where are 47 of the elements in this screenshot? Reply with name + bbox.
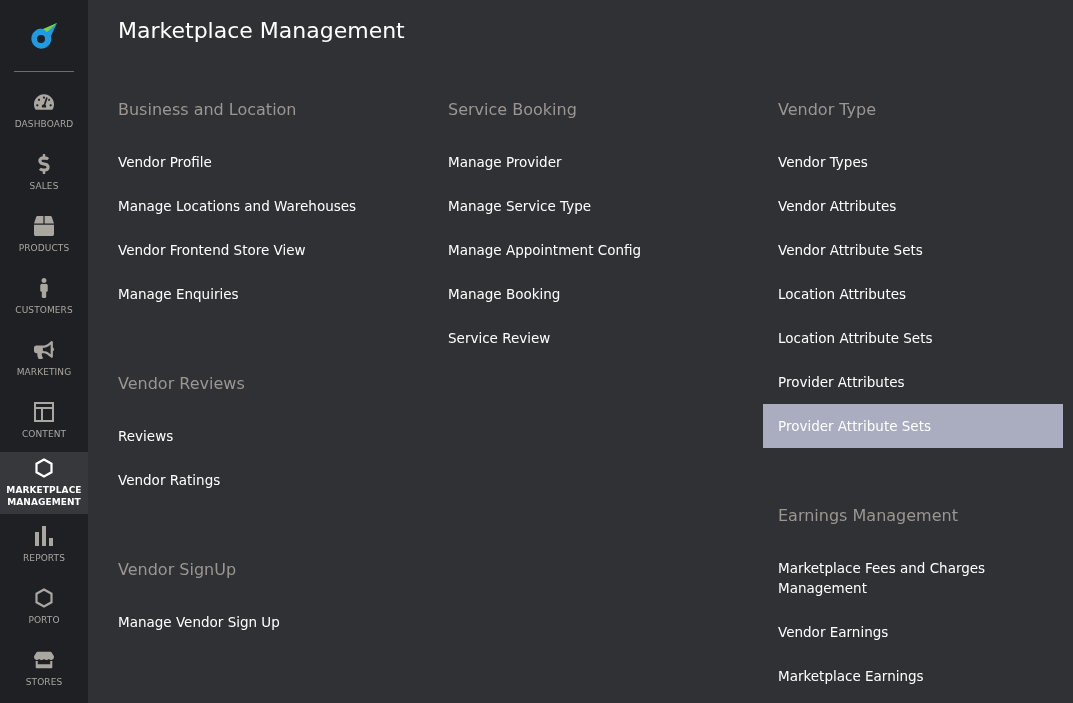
menu-link[interactable]: Vendor Attributes [763, 184, 1063, 228]
menu-link[interactable]: Manage Locations and Warehouses [103, 184, 403, 228]
section-heading: Vendor Reviews [118, 373, 246, 395]
sidebar-item[interactable]: PRODUCTS [0, 204, 88, 266]
section-heading: Service Booking [448, 99, 578, 121]
menu-link[interactable]: Reviews [103, 414, 403, 458]
sidebar-item[interactable]: MARKETPLACE MANAGEMENT [0, 452, 88, 514]
gauge-icon [34, 92, 54, 112]
menu-link[interactable]: Manage Service Type [433, 184, 733, 228]
sidebar-item[interactable]: DASHBOARD [0, 80, 88, 142]
menu-link[interactable]: Vendor Frontend Store View [103, 228, 403, 272]
menu-link[interactable]: Location Attributes [763, 272, 1063, 316]
menu-link[interactable]: Vendor Profile [103, 140, 403, 184]
sidebar-item[interactable]: STORES [0, 638, 88, 700]
section-heading: Vendor Type [778, 99, 878, 121]
menu-link[interactable]: Manage Provider [433, 140, 733, 184]
sidebar-item[interactable]: PORTO [0, 576, 88, 638]
bar-chart-icon [35, 526, 53, 546]
box-icon [34, 216, 54, 236]
menu-link[interactable]: Vendor Types [763, 140, 1063, 184]
menu-link[interactable]: Manage Appointment Config [433, 228, 733, 272]
hexagon-icon [35, 458, 53, 478]
megaphone-icon [34, 340, 54, 360]
sidebar-item[interactable]: SALES [0, 142, 88, 204]
store-icon [34, 650, 54, 670]
menu-link[interactable]: Vendor Attribute Sets [763, 228, 1063, 272]
menu-link[interactable]: Location Attribute Sets [763, 316, 1063, 360]
logo-icon [30, 21, 58, 50]
section-heading: Earnings Management [778, 505, 959, 527]
menu-link[interactable]: Marketplace Earnings [763, 654, 1063, 698]
menu-link[interactable]: Provider Attributes [763, 360, 1063, 404]
section-heading: Vendor SignUp [118, 559, 238, 581]
sidebar-item[interactable]: MARKETING [0, 328, 88, 390]
menu-link[interactable]: Manage Enquiries [103, 272, 403, 316]
menu-link[interactable]: Vendor Earnings [763, 610, 1063, 654]
menu-link[interactable]: Service Review [433, 316, 733, 360]
sidebar-item[interactable]: CUSTOMERS [0, 266, 88, 328]
section-heading: Business and Location [118, 99, 298, 121]
hexagon-icon [35, 588, 53, 608]
menu-link[interactable]: Manage Booking [433, 272, 733, 316]
page-title: Marketplace Management [118, 17, 406, 45]
layout-icon [34, 402, 54, 422]
menu-link[interactable]: Marketplace Fees and Charges Management [763, 546, 1063, 610]
sidebar-item[interactable]: CONTENT [0, 390, 88, 452]
menu-link[interactable]: Manage Vendor Sign Up [103, 600, 403, 644]
sidebar-item[interactable]: REPORTS [0, 514, 88, 576]
menu-link[interactable]: Vendor Ratings [103, 458, 403, 502]
